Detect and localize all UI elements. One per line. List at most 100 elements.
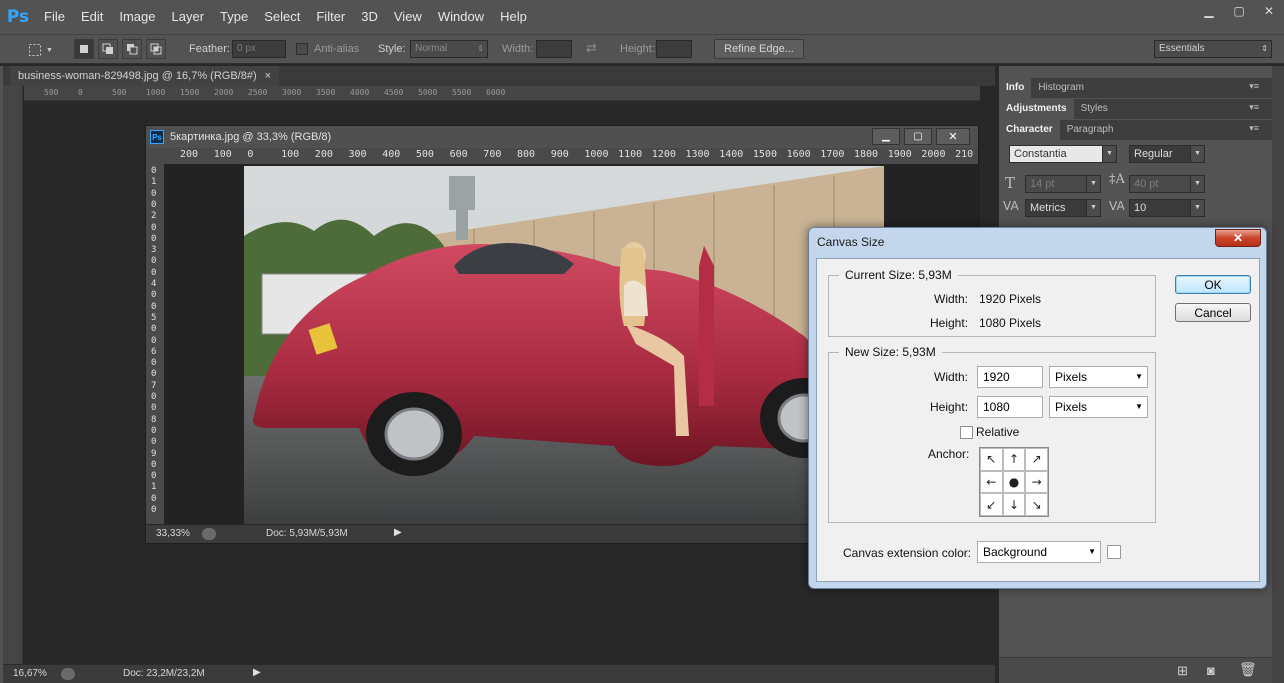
camera-icon[interactable]: ◙: [1207, 663, 1215, 678]
tab-styles[interactable]: Styles: [1074, 99, 1115, 119]
anchor-top-left[interactable]: ↖: [980, 448, 1003, 471]
menu-3d[interactable]: 3D: [353, 0, 386, 34]
status-info-icon[interactable]: [202, 528, 216, 540]
menu-image[interactable]: Image: [111, 0, 163, 34]
tab-histogram[interactable]: Histogram: [1031, 78, 1091, 98]
main-horizontal-ruler: 500 0 500 1000 1500 2000 2500 3000 3500 4000 4500 5…: [24, 86, 980, 101]
font-size-icon: T: [1005, 174, 1016, 192]
relative-checkbox[interactable]: [960, 426, 973, 439]
document-tab-title: business-woman-829498.jpg @ 16,7% (RGB/8…: [18, 70, 257, 82]
anchor-bottom-right[interactable]: ↘: [1025, 493, 1048, 516]
ruler-tick-label: 1400: [719, 149, 744, 160]
ruler-tick-label: 210: [955, 149, 974, 160]
minimize-icon[interactable]: ▁: [1194, 0, 1224, 22]
canvas-size-dialog: Canvas Size ✕ Current Size: 5,93M Width:…: [808, 227, 1267, 589]
maximize-icon[interactable]: ▢: [1224, 0, 1254, 22]
maximize-icon[interactable]: ▢: [904, 128, 932, 145]
menu-edit[interactable]: Edit: [73, 0, 111, 34]
main-zoom-level[interactable]: 16,67%: [13, 665, 47, 683]
font-family-select[interactable]: Constantia ▼: [1009, 145, 1117, 163]
ok-button[interactable]: OK: [1175, 275, 1251, 294]
extension-color-select[interactable]: Background ▼: [977, 541, 1101, 563]
status-menu-arrow-icon[interactable]: ▶: [253, 667, 261, 678]
workspace-select[interactable]: Essentials ⇕: [1154, 40, 1272, 58]
menu-type[interactable]: Type: [212, 0, 256, 34]
minimize-icon[interactable]: ▁: [872, 128, 900, 145]
trash-icon[interactable]: 🗑: [1239, 662, 1257, 678]
ruler-tick-label: 1500: [752, 149, 777, 160]
document-window-titlebar[interactable]: Ps 5картинка.jpg @ 33,3% (RGB/8) ▁ ▢ ✕: [146, 126, 978, 148]
document-tab[interactable]: business-woman-829498.jpg @ 16,7% (RGB/8…: [10, 66, 280, 86]
menu-help[interactable]: Help: [492, 0, 535, 34]
cancel-button[interactable]: Cancel: [1175, 303, 1251, 322]
intersect-selection-button[interactable]: [146, 39, 166, 59]
new-group-icon[interactable]: ⊞: [1177, 663, 1188, 679]
style-select[interactable]: Normal ⇕: [410, 40, 488, 58]
tracking-select[interactable]: 10 ▼: [1129, 199, 1205, 217]
ruler-tick-label: 500: [415, 149, 434, 160]
car-photo[interactable]: [244, 166, 884, 526]
tab-close-icon[interactable]: ×: [265, 66, 271, 86]
close-icon[interactable]: ✕: [936, 128, 970, 145]
menu-file[interactable]: File: [36, 0, 73, 34]
menu-select[interactable]: Select: [256, 0, 308, 34]
rect-marquee-icon: [29, 44, 41, 56]
ruler-tick-label: 0: [151, 301, 157, 312]
height-label: Height:: [620, 43, 655, 55]
ruler-tick-label: 0: [151, 459, 157, 470]
menu-filter[interactable]: Filter: [308, 0, 353, 34]
tab-paragraph[interactable]: Paragraph: [1060, 120, 1121, 140]
feather-input[interactable]: 0 px: [232, 40, 286, 58]
extension-color-swatch[interactable]: [1107, 545, 1121, 559]
anchor-top[interactable]: ↑: [1002, 448, 1026, 471]
font-style-select[interactable]: Regular ▼: [1129, 145, 1205, 163]
anchor-center[interactable]: ●: [1002, 470, 1026, 494]
panel-menu-icon[interactable]: ▾≡: [1249, 123, 1259, 134]
subtract-selection-button[interactable]: [122, 39, 142, 59]
anchor-bottom-left[interactable]: ↙: [980, 493, 1003, 516]
height-input[interactable]: [656, 40, 692, 58]
width-input[interactable]: [536, 40, 572, 58]
tab-adjustments[interactable]: Adjustments: [999, 99, 1074, 119]
width-input[interactable]: 1920: [977, 366, 1043, 388]
main-status-bar: 16,67% Doc: 23,2M/23,2M ▶: [3, 664, 995, 683]
ruler-origin[interactable]: [146, 148, 164, 164]
menu-layer[interactable]: Layer: [164, 0, 213, 34]
ruler-tick-label: 3000: [282, 88, 302, 97]
info-panel-tabs: Info Histogram ▾≡: [999, 78, 1273, 98]
panel-scrollbar[interactable]: [1272, 66, 1284, 683]
add-selection-button[interactable]: [98, 39, 118, 59]
anchor-right[interactable]: →: [1025, 470, 1048, 494]
leading-select[interactable]: 40 pt ▼: [1129, 175, 1205, 193]
swap-icon[interactable]: ⇄: [586, 41, 597, 56]
anchor-top-right[interactable]: ↗: [1025, 448, 1048, 471]
height-unit-select[interactable]: Pixels ▼: [1049, 396, 1148, 418]
close-icon[interactable]: ✕: [1254, 0, 1284, 22]
ruler-tick-label: 400: [382, 149, 401, 160]
document-zoom-level[interactable]: 33,33%: [156, 525, 190, 543]
height-input[interactable]: 1080: [977, 396, 1043, 418]
tab-info[interactable]: Info: [999, 78, 1032, 98]
tab-character[interactable]: Character: [999, 120, 1060, 140]
menu-window[interactable]: Window: [430, 0, 492, 34]
anchor-bottom[interactable]: ↓: [1002, 493, 1026, 516]
marquee-tool-preset[interactable]: ▼: [28, 41, 58, 59]
anchor-left[interactable]: ←: [980, 470, 1003, 494]
dialog-title: Canvas Size: [817, 235, 885, 249]
font-size-select[interactable]: 14 pt ▼: [1025, 175, 1101, 193]
kerning-select[interactable]: Metrics ▼: [1025, 199, 1101, 217]
menu-view[interactable]: View: [386, 0, 430, 34]
refine-edge-button[interactable]: Refine Edge...: [714, 39, 804, 59]
dialog-close-button[interactable]: ✕: [1215, 229, 1261, 247]
ruler-tick-label: 2000: [921, 149, 946, 160]
status-menu-arrow-icon[interactable]: ▶: [394, 527, 402, 538]
panel-menu-icon[interactable]: ▾≡: [1249, 81, 1259, 92]
ruler-tick-label: 6: [151, 346, 157, 357]
ruler-tick-label: 3: [151, 245, 157, 256]
main-vertical-ruler: [3, 86, 23, 664]
panel-menu-icon[interactable]: ▾≡: [1249, 102, 1259, 113]
new-selection-button[interactable]: [74, 39, 94, 59]
antialias-checkbox[interactable]: [296, 43, 308, 55]
status-info-icon[interactable]: [61, 668, 75, 680]
width-unit-select[interactable]: Pixels ▼: [1049, 366, 1148, 388]
